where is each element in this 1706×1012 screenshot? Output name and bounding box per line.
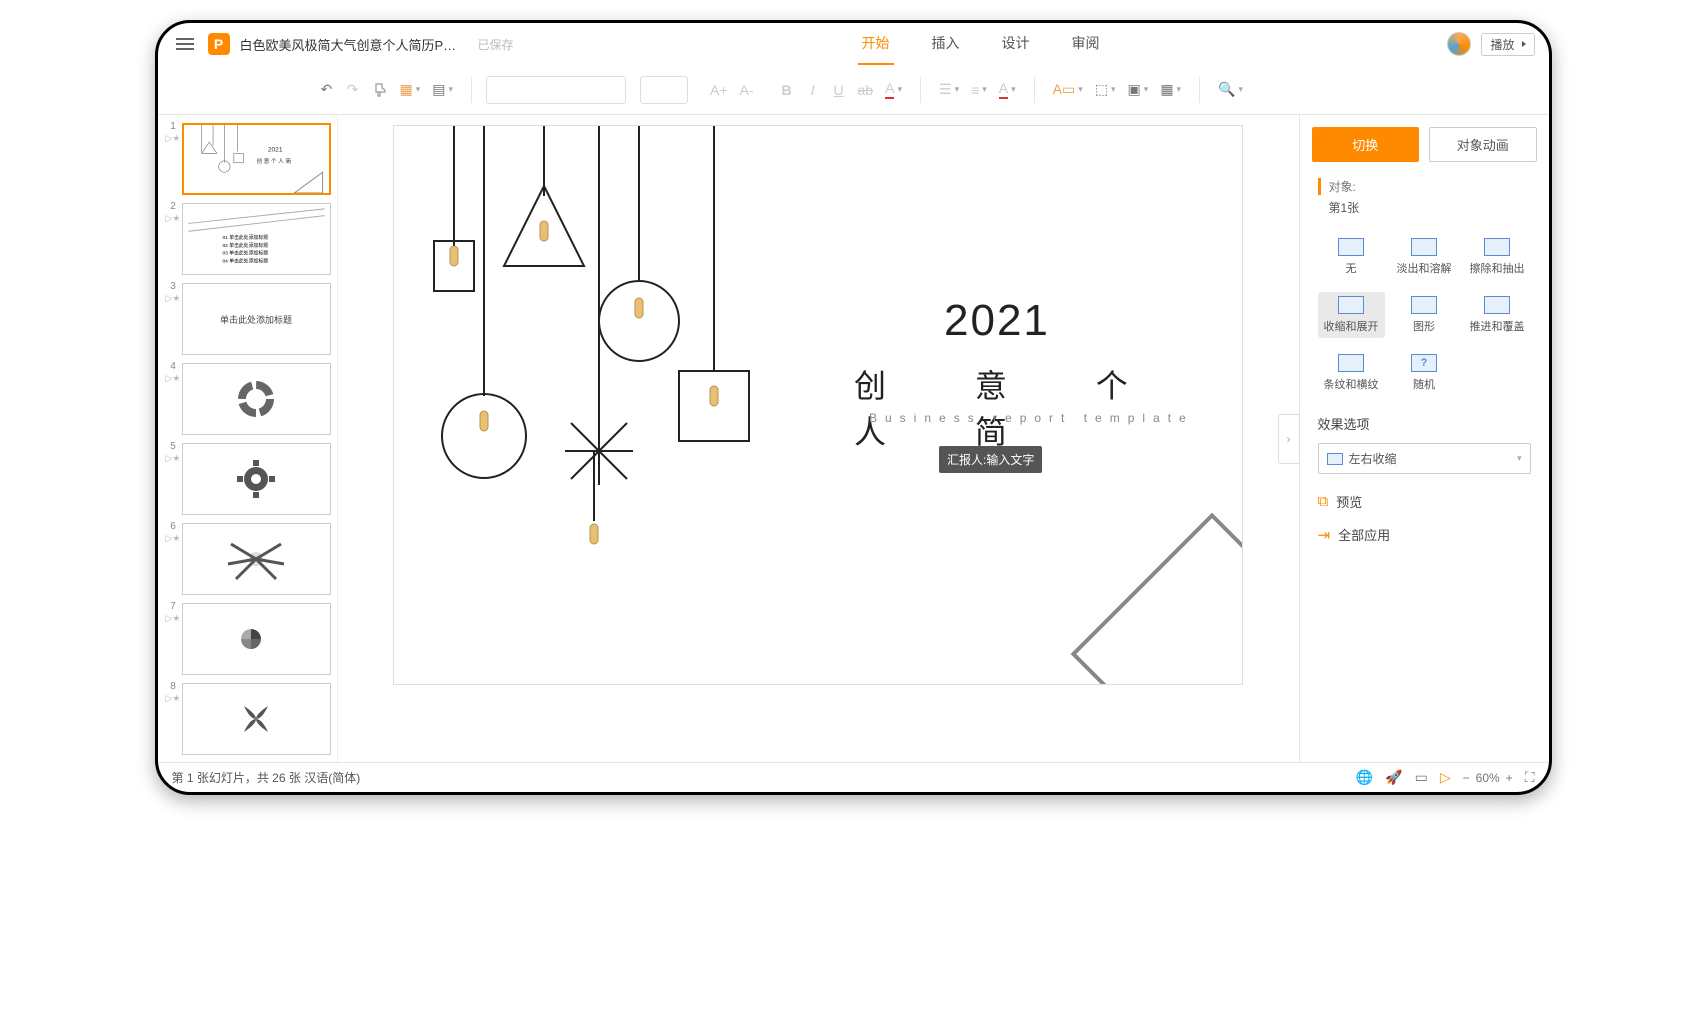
svg-text:2021: 2021 [267, 146, 282, 153]
object-value: 第1张 [1318, 199, 1531, 216]
slide-subtitle[interactable]: Business report template [869, 411, 1194, 425]
avatar[interactable] [1447, 32, 1471, 56]
slide-thumbnails[interactable]: 1▷★ 2021创 意 个 人 简 2▷★01 单击此处添加标题02 单击此处添… [158, 115, 338, 762]
svg-text:03 单击此处添加标题: 03 单击此处添加标题 [222, 250, 268, 257]
thumbnail-7[interactable]: 7▷★ [164, 603, 331, 675]
effect-options-title: 效果选项 [1318, 414, 1531, 433]
transition-none[interactable]: 无 [1318, 234, 1385, 280]
arrange-button[interactable]: ▣▾ [1124, 75, 1153, 105]
table-button[interactable]: ▦▾ [1156, 75, 1185, 105]
right-panel: 切换 对象动画 对象: 第1张 无 淡出和溶解 擦除和抽出 收缩和展开 图形 推… [1299, 115, 1549, 762]
layout-button[interactable]: ▤▾ [428, 75, 457, 105]
bullets-button[interactable]: ☰▾ [935, 75, 963, 105]
numbering-button[interactable]: ≡▾ [967, 75, 991, 105]
apply-icon: ⇥ [1318, 526, 1331, 544]
svg-text:04 单击此处添加标题: 04 单击此处添加标题 [222, 257, 268, 264]
performance-icon[interactable]: 🚀 [1385, 769, 1402, 786]
current-slide[interactable]: 2021 创 意 个 人 简 Business report template … [393, 125, 1243, 685]
transition-grid: 无 淡出和溶解 擦除和抽出 收缩和展开 图形 推进和覆盖 条纹和横纹 ?随机 [1318, 234, 1531, 396]
shapes-button[interactable]: ⬚▾ [1091, 75, 1120, 105]
preview-button[interactable]: ⧉预览 [1318, 492, 1531, 511]
body: 1▷★ 2021创 意 个 人 简 2▷★01 单击此处添加标题02 单击此处添… [158, 115, 1549, 762]
slideshow-icon[interactable]: ▷ [1440, 769, 1451, 786]
redo-button[interactable]: ↷ [342, 75, 364, 105]
thumbnail-2[interactable]: 2▷★01 单击此处添加标题02 单击此处添加标题03 单击此处添加标题04 单… [164, 203, 331, 275]
play-label: 播放 [1490, 36, 1514, 53]
font-increase-button[interactable]: A+ [706, 75, 732, 105]
transition-random[interactable]: ?随机 [1391, 350, 1458, 396]
transition-stripes[interactable]: 条纹和横纹 [1318, 350, 1385, 396]
font-color-button[interactable]: A▾ [881, 75, 906, 105]
font-decrease-button[interactable]: A- [736, 75, 758, 105]
transition-shape[interactable]: 图形 [1391, 292, 1458, 338]
textbox-button[interactable]: A▭▾ [1049, 75, 1087, 105]
status-text: 第 1 张幻灯片，共 26 张 汉语(简体) [172, 769, 361, 786]
tab-review[interactable]: 审阅 [1068, 33, 1104, 65]
notes-icon[interactable]: ▭ [1415, 769, 1428, 786]
panel-tab-transition[interactable]: 切换 [1312, 127, 1420, 162]
zoom-in-button[interactable]: + [1506, 771, 1513, 785]
bold-button[interactable]: B [776, 75, 798, 105]
status-bar: 第 1 张幻灯片，共 26 张 汉语(简体) 🌐 🚀 ▭ ▷ − 60% + ⛶ [158, 762, 1549, 792]
saved-status: 已保存 [478, 36, 514, 53]
undo-button[interactable]: ↶ [316, 75, 338, 105]
thumbnail-1[interactable]: 1▷★ 2021创 意 个 人 简 [164, 123, 331, 195]
app-window: P 白色欧美风极简大气创意个人简历PPT... 已保存 开始 插入 设计 审阅 … [155, 20, 1552, 795]
thumbnail-8[interactable]: 8▷★ [164, 683, 331, 755]
transition-fade[interactable]: 淡出和溶解 [1391, 234, 1458, 280]
title-right: 播放 [1447, 32, 1534, 56]
svg-text:01 单击此处添加标题: 01 单击此处添加标题 [222, 234, 268, 241]
strikethrough-button[interactable]: ab [854, 75, 878, 105]
slide-reporter[interactable]: 汇报人:输入文字 [939, 446, 1042, 473]
ribbon-tabs: 开始 插入 设计 审阅 [858, 23, 1104, 65]
tab-design[interactable]: 设计 [998, 33, 1034, 65]
apply-all-button[interactable]: ⇥全部应用 [1318, 525, 1531, 544]
tab-start[interactable]: 开始 [858, 33, 894, 65]
thumbnail-5[interactable]: 5▷★ [164, 443, 331, 515]
fit-icon[interactable]: ⛶ [1525, 769, 1535, 786]
object-label: 对象: [1318, 178, 1531, 195]
svg-text:创 意 个 人 简: 创 意 个 人 简 [256, 157, 291, 165]
thumbnail-6[interactable]: 6▷★ [164, 523, 331, 595]
font-family-select[interactable] [486, 76, 626, 104]
title-bar: P 白色欧美风极简大气创意个人简历PPT... 已保存 开始 插入 设计 审阅 … [158, 23, 1549, 65]
svg-text:02 单击此处添加标题: 02 单击此处添加标题 [222, 242, 268, 249]
format-painter-button[interactable] [368, 75, 392, 105]
font-size-select[interactable] [640, 76, 688, 104]
highlight-button[interactable]: A▾ [995, 75, 1020, 105]
play-button[interactable]: 播放 [1481, 33, 1534, 56]
transition-wipe[interactable]: 擦除和抽出 [1464, 234, 1531, 280]
panel-tab-animation[interactable]: 对象动画 [1429, 127, 1537, 162]
underline-button[interactable]: U [828, 75, 850, 105]
expand-panel-handle[interactable]: › [1278, 414, 1300, 464]
preview-icon: ⧉ [1318, 493, 1329, 510]
slide-canvas-area[interactable]: 2021 创 意 个 人 简 Business report template … [338, 115, 1299, 762]
tab-insert[interactable]: 插入 [928, 33, 964, 65]
zoom-out-button[interactable]: − [1463, 771, 1470, 785]
find-button[interactable]: 🔍▾ [1214, 75, 1247, 105]
thumbnail-3[interactable]: 3▷★单击此处添加标题 [164, 283, 331, 355]
slide-year[interactable]: 2021 [944, 296, 1050, 346]
hamburger-icon[interactable] [172, 34, 198, 54]
slide-corner-shape [1071, 513, 1243, 685]
slide-title[interactable]: 创 意 个 人 简 [854, 361, 1242, 453]
app-logo-icon: P [208, 33, 230, 55]
dropdown-icon [1522, 41, 1526, 47]
transition-push[interactable]: 推进和覆盖 [1464, 292, 1531, 338]
chevron-down-icon: ▾ [1517, 453, 1522, 464]
toolbar: ↶ ↷ ▦▾ ▤▾ A+ A- B I U ab A▾ ☰▾ ≡▾ A▾ A▭▾… [158, 65, 1549, 115]
effect-select[interactable]: 左右收缩 ▾ [1318, 443, 1531, 474]
zoom-value: 60% [1476, 771, 1500, 785]
thumbnail-4[interactable]: 4▷★ [164, 363, 331, 435]
new-slide-button[interactable]: ▦▾ [396, 75, 425, 105]
transition-shrink[interactable]: 收缩和展开 [1318, 292, 1385, 338]
globe-icon[interactable]: 🌐 [1356, 769, 1373, 786]
italic-button[interactable]: I [802, 75, 824, 105]
file-title: 白色欧美风极简大气创意个人简历PPT... [240, 35, 460, 54]
slide-decoration [424, 126, 844, 546]
zoom-control[interactable]: − 60% + [1463, 771, 1513, 785]
